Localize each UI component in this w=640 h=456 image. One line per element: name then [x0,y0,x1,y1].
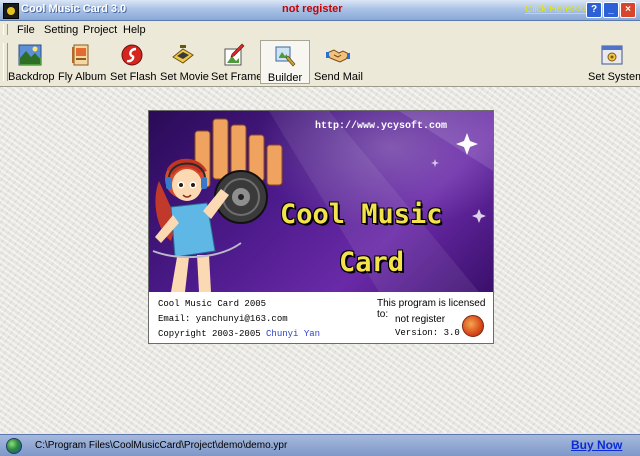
landscape-icon [18,44,42,66]
email-text: Email: yanchunyi@163.com [158,314,288,324]
fly-album-label: Fly Album [58,71,107,83]
status-bar: C:\Program Files\CoolMusicCard\Project\d… [0,434,640,456]
menu-help[interactable]: Help [123,24,146,36]
set-flash-button[interactable]: Set Flash [110,40,157,84]
close-button[interactable]: × [620,2,636,18]
set-system-button[interactable]: Set System [588,40,640,84]
splash-artwork: http://www.ycysoft.com Cool Music Card [149,111,493,292]
set-system-label: Set System [588,71,640,83]
logo-icon [462,315,484,337]
menu-grip [3,24,8,35]
album-icon [72,44,89,66]
globe-icon[interactable] [6,438,22,454]
menu-setting[interactable]: Setting [44,24,78,36]
project-path: C:\Program Files\CoolMusicCard\Project\d… [35,440,288,451]
builder-icon [275,46,296,67]
buy-now-link[interactable]: Buy Now [571,438,622,452]
license-status: not register [395,314,446,325]
registration-status: not register [282,3,343,15]
click-here-link[interactable]: Click Here>>> [525,4,589,15]
send-mail-label: Send Mail [314,71,363,83]
send-mail-button[interactable]: Send Mail [314,40,363,84]
fly-album-button[interactable]: Fly Album [58,40,107,84]
author-name: Chunyi Yan [266,329,321,339]
splash-panel: http://www.ycysoft.com Cool Music Card C… [148,110,494,344]
copyright-prefix: Copyright 2003-2005 [158,329,267,339]
flash-icon [121,44,143,66]
copyright-text: Copyright 2003-2005 Chunyi Yan [158,329,320,339]
system-icon [601,45,623,65]
title-bar: Cool Music Card 3.0 not register Click H… [0,0,640,21]
menu-file[interactable]: File [17,24,35,36]
toolbar: Backdrop Fly Album Set Flash Set Movie S… [0,38,640,87]
minimize-button[interactable]: _ [603,2,619,18]
backdrop-button[interactable]: Backdrop [8,40,55,84]
backdrop-label: Backdrop [8,71,55,83]
version-text: Version: 3.0 [395,328,460,338]
movie-icon [172,45,194,64]
handshake-icon [326,49,350,63]
splash-url: http://www.ycysoft.com [315,121,448,132]
splash-headline-line1: Cool Music [280,199,443,230]
set-frame-label: Set Frame [211,71,263,83]
builder-button[interactable]: Builder [260,40,310,84]
set-movie-label: Set Movie [160,71,209,83]
splash-info: Cool Music Card 2005 Email: yanchunyi@16… [149,292,493,343]
set-flash-label: Set Flash [110,71,157,83]
menu-bar: File Setting Project Help [0,21,640,39]
splash-headline-line2: Card [339,247,405,278]
help-button[interactable]: ? [586,2,602,18]
app-icon[interactable] [3,3,19,19]
builder-label: Builder [267,72,303,84]
set-movie-button[interactable]: Set Movie [160,40,209,84]
product-name: Cool Music Card 2005 [158,299,267,309]
set-frame-button[interactable]: Set Frame [211,40,263,84]
menu-project[interactable]: Project [83,24,117,36]
window-title: Cool Music Card 3.0 [21,3,127,15]
frame-icon [224,43,245,66]
